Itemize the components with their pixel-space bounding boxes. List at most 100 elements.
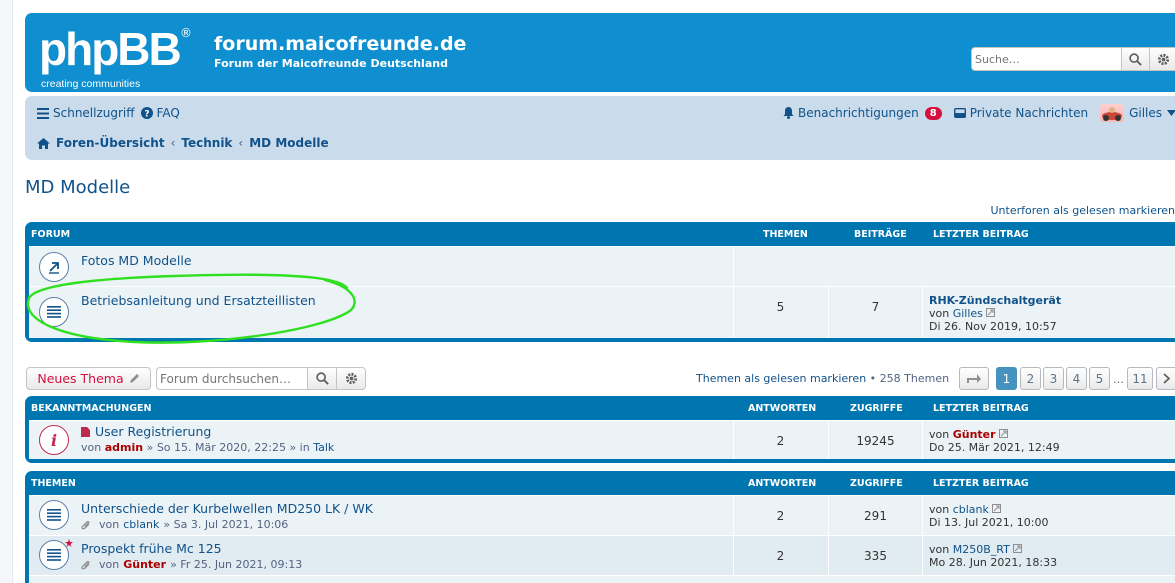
navbar: Schnellzugriff ? FAQ Benachrichtigungen …: [25, 96, 1175, 160]
notifications-label: Benachrichtigungen: [798, 106, 919, 120]
forum-info: Betriebsanleitung und Ersatzteillisten: [81, 293, 316, 308]
page-1-button[interactable]: 1: [996, 367, 1017, 390]
search-icon: [1129, 52, 1142, 66]
topic-author[interactable]: admin: [105, 441, 143, 454]
by-label: von: [99, 558, 120, 571]
user-menu[interactable]: Gilles: [1100, 104, 1175, 122]
last-post-info: von M250B_RT Mo 28. Jun 2021, 18:33: [929, 543, 1057, 569]
forum-search-button[interactable]: [307, 368, 336, 389]
last-post-date: Mo 28. Jun 2021, 18:33: [929, 556, 1058, 569]
topic-row[interactable]: Unterschiede der Kurbelwellen MD250 LK /…: [29, 495, 1175, 535]
site-logo[interactable]: phpBB ® creating communities: [39, 23, 192, 90]
logo-wordmark: phpBB: [39, 23, 182, 75]
quick-links-menu[interactable]: Schnellzugriff: [37, 106, 135, 120]
breadcrumb: Foren-Übersicht ‹ Technik ‹ MD Modelle: [37, 136, 329, 150]
topics-header: THEMEN ANTWORTEN ZUGRIFFE LETZTER BEITRA…: [29, 471, 1175, 495]
page-title[interactable]: MD Modelle: [25, 177, 130, 198]
last-post-date: Di 13. Jul 2021, 10:00: [929, 516, 1049, 529]
views-column-header: ZUGRIFFE: [850, 402, 903, 414]
view-latest-post-icon[interactable]: [999, 429, 1009, 438]
mark-topics-read-link[interactable]: Themen als gelesen markieren: [696, 372, 866, 385]
gear-icon: [1157, 53, 1170, 65]
by-label: von: [929, 428, 950, 441]
forum-search: [156, 367, 366, 390]
last-post-author[interactable]: M250B_RT: [953, 543, 1010, 556]
forum-read-icon: [39, 252, 69, 282]
page-3-button[interactable]: 3: [1043, 367, 1064, 390]
avatar: [1100, 104, 1125, 122]
page-11-button[interactable]: 11: [1127, 367, 1153, 390]
topic-read-icon: [39, 500, 69, 530]
mark-subforums-read-link[interactable]: Unterforen als gelesen markieren: [990, 204, 1175, 217]
forum-title[interactable]: Betriebsanleitung und Ersatzteillisten: [81, 293, 316, 308]
breadcrumb-home[interactable]: Foren-Übersicht: [56, 136, 165, 150]
topic-meta: » So 15. Mär 2020, 22:25 » in: [146, 441, 310, 454]
topic-row[interactable]: Prospekt frühe Mc 125 von Günter » Fr 25…: [29, 535, 1175, 575]
notifications-link[interactable]: Benachrichtigungen 8: [783, 106, 942, 120]
breadcrumb-md-modelle[interactable]: MD Modelle: [249, 136, 328, 150]
forum-row[interactable]: Betriebsanleitung und Ersatzteillisten 5…: [29, 286, 1175, 338]
view-latest-post-icon[interactable]: [1013, 544, 1023, 553]
faq-link[interactable]: ? FAQ: [140, 106, 180, 120]
topic-info: Unterschiede der Kurbelwellen MD250 LK /…: [81, 501, 373, 531]
last-post-date: Di 26. Nov 2019, 10:57: [929, 320, 1057, 333]
topics-column-header: THEMEN: [763, 228, 808, 240]
private-messages-link[interactable]: Private Nachrichten: [953, 106, 1088, 120]
last-post-author[interactable]: Gilles: [953, 307, 983, 320]
topic-forum-link[interactable]: Talk: [313, 441, 334, 454]
announcement-row[interactable]: i User Registrierung von admin » So 15. …: [29, 420, 1175, 459]
column-divider: [733, 247, 734, 286]
by-label: von: [99, 518, 120, 531]
last-post-author[interactable]: Günter: [953, 428, 996, 441]
quick-links-label: Schnellzugriff: [53, 106, 135, 120]
view-latest-post-icon[interactable]: [986, 308, 996, 317]
svg-text:?: ?: [144, 110, 149, 120]
info-icon: i: [51, 432, 57, 448]
pagination-ellipsis: …: [1113, 373, 1124, 386]
topic-author[interactable]: Günter: [123, 558, 166, 571]
search-input[interactable]: [972, 48, 1122, 70]
forum-search-input[interactable]: [157, 368, 307, 389]
topic-title[interactable]: User Registrierung: [95, 424, 211, 439]
by-label: von: [929, 307, 950, 320]
topic-title[interactable]: Unterschiede der Kurbelwellen MD250 LK /…: [81, 501, 373, 516]
topic-title[interactable]: Prospekt frühe Mc 125: [81, 541, 302, 556]
paperclip-icon: [81, 520, 90, 529]
pagination-info: Themen als gelesen markieren • 258 Theme…: [696, 372, 949, 385]
forum-column-header: FORUM: [31, 228, 71, 240]
page-4-button[interactable]: 4: [1066, 367, 1087, 390]
topic-author[interactable]: cblank: [123, 518, 159, 531]
breadcrumb-technik[interactable]: Technik: [181, 136, 232, 150]
site-title[interactable]: forum.maicofreunde.de: [214, 33, 466, 55]
hot-star-icon: [65, 539, 73, 547]
jump-to-page-button[interactable]: [959, 367, 989, 390]
advanced-search-button[interactable]: [1149, 48, 1175, 70]
last-post-info: von cblank Di 13. Jul 2021, 10:00: [929, 503, 1048, 529]
forum-title[interactable]: Fotos MD Modelle: [81, 253, 192, 268]
next-page-button[interactable]: [1156, 367, 1175, 390]
breadcrumb-separator: ‹: [238, 136, 244, 150]
view-latest-post-icon[interactable]: [992, 504, 1002, 513]
replies-count: 2: [776, 509, 785, 523]
file-icon: [81, 426, 90, 437]
logo-tagline: creating communities: [41, 78, 141, 90]
search-icon: [315, 372, 329, 385]
page-2-button[interactable]: 2: [1020, 367, 1041, 390]
search-button[interactable]: [1121, 48, 1150, 70]
forums-header: FORUM THEMEN BEITRÄGE LETZTER BEITRAG: [29, 222, 1175, 246]
pencil-icon: [129, 374, 139, 383]
replies-column-header: ANTWORTEN: [748, 477, 817, 489]
topic-row[interactable]: [29, 575, 1175, 583]
last-post-column-header: LETZTER BEITRAG: [933, 402, 1029, 414]
forum-advanced-search-button[interactable]: [336, 368, 365, 389]
page-5-button[interactable]: 5: [1089, 367, 1110, 390]
posts-count: 7: [871, 300, 880, 314]
forum-row[interactable]: Fotos MD Modelle: [29, 246, 1175, 286]
new-topic-button[interactable]: Neues Thema: [26, 367, 151, 390]
topics-count: 5: [776, 300, 785, 314]
last-post-author[interactable]: cblank: [953, 503, 989, 516]
topic-icon: [47, 509, 61, 521]
last-post-column-header: LETZTER BEITRAG: [933, 477, 1029, 489]
topic-meta: » Sa 3. Jul 2021, 10:06: [163, 518, 289, 531]
last-post-title[interactable]: RHK-Zündschaltgerät: [929, 294, 1061, 307]
